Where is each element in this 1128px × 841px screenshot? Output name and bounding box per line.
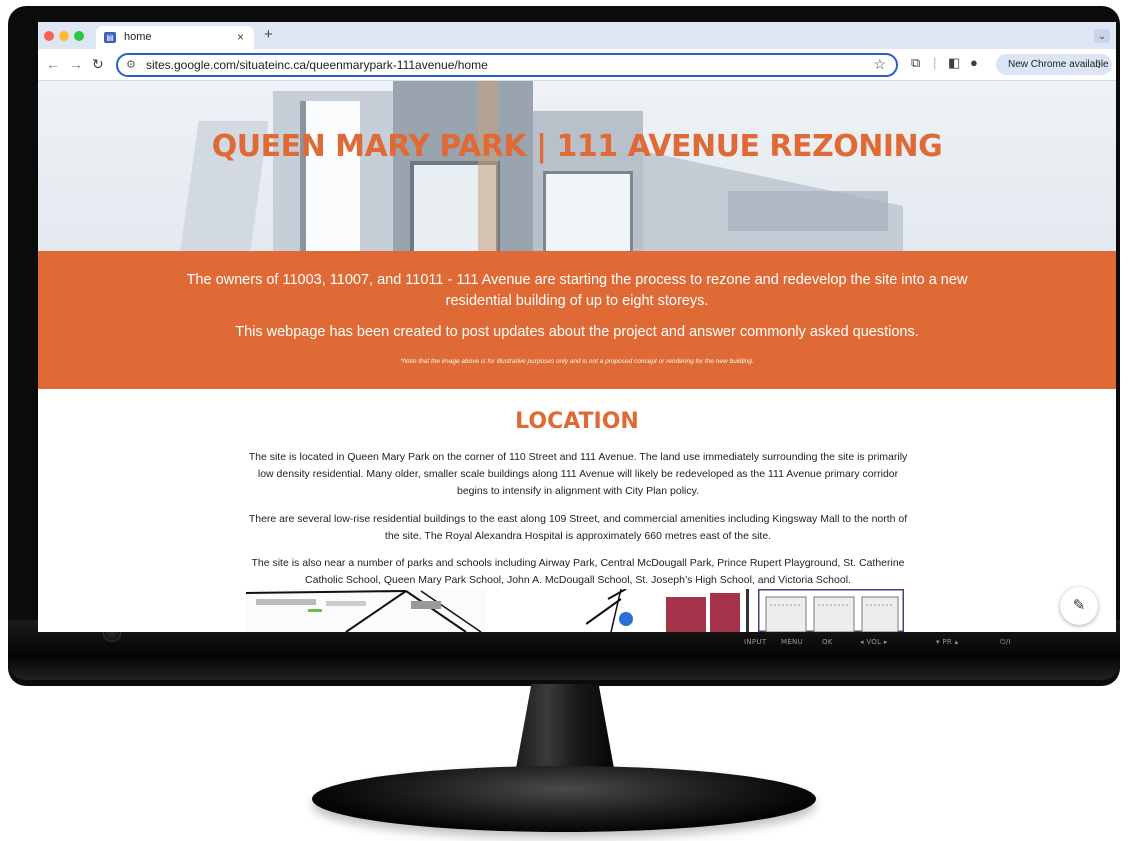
- sites-favicon-icon: ▤: [104, 32, 116, 43]
- new-tab-button[interactable]: +: [264, 26, 273, 43]
- web-page: QUEEN MARY PARK | 111 AVENUE REZONING Th…: [38, 81, 1116, 632]
- zoning-map-image: [666, 589, 756, 632]
- image-disclaimer: *Note that the image above is for illust…: [400, 358, 754, 365]
- back-arrow-icon[interactable]: ←: [46, 56, 60, 72]
- monitor-stand-base: [312, 766, 816, 832]
- address-bar[interactable]: ⚙ sites.google.com/situateinc.ca/queenma…: [116, 53, 898, 77]
- tab-close-icon[interactable]: ×: [237, 30, 244, 44]
- more-menu-icon[interactable]: ⋮: [1094, 54, 1104, 75]
- location-paragraph-2: There are several low-rise residential b…: [248, 513, 908, 542]
- location-maps: [246, 589, 906, 632]
- tab-title: home: [124, 31, 152, 43]
- monitor-pr-label: ▾ PR ▴: [936, 638, 959, 646]
- close-window-icon[interactable]: [44, 31, 54, 41]
- intro-banner: The owners of 11003, 11007, and 11011 - …: [38, 251, 1116, 389]
- site-settings-icon[interactable]: ⚙: [126, 58, 136, 71]
- location-paragraph-1: The site is located in Queen Mary Park o…: [248, 451, 908, 497]
- monitor-stand-neck: [514, 684, 616, 776]
- screen: ▤ home × + ⌄ ← → ↻ ⚙ sites.google.com/si…: [38, 22, 1116, 632]
- side-panel-icon[interactable]: ◧: [948, 55, 960, 71]
- extensions-puzzle-icon[interactable]: ⧉: [911, 55, 920, 71]
- page-title: QUEEN MARY PARK | 111 AVENUE REZONING: [211, 129, 943, 164]
- monitor-input-label: INPUT: [744, 638, 767, 646]
- site-plan-image: [758, 589, 904, 632]
- browser-toolbar: ← → ↻ ⚙ sites.google.com/situateinc.ca/q…: [38, 49, 1116, 81]
- location-paragraph-3: The site is also near a number of parks …: [251, 557, 905, 586]
- pencil-icon: ✎: [1072, 597, 1086, 614]
- monitor-vol-label: ◂ VOL ▸: [860, 638, 888, 646]
- tab-search-chevron-icon[interactable]: ⌄: [1094, 29, 1110, 43]
- bookmark-star-icon[interactable]: ☆: [873, 56, 886, 73]
- monitor-menu-label: MENU: [781, 638, 804, 646]
- reload-icon[interactable]: ↻: [92, 56, 104, 73]
- edit-pencil-button[interactable]: ✎: [1060, 587, 1098, 625]
- purpose-paragraph: This webpage has been created to post up…: [235, 324, 919, 340]
- monitor-ok-label: OK: [822, 638, 833, 646]
- intro-paragraph: The owners of 11003, 11007, and 11011 - …: [186, 272, 968, 309]
- url-text[interactable]: sites.google.com/situateinc.ca/queenmary…: [146, 58, 488, 72]
- location-heading: LOCATION: [515, 409, 639, 434]
- hero-image: QUEEN MARY PARK | 111 AVENUE REZONING: [38, 81, 1116, 251]
- new-chrome-available-button[interactable]: New Chrome available ⋮: [996, 54, 1112, 75]
- monitor-power-label: ⏻/I: [1000, 638, 1011, 646]
- tab-home[interactable]: ▤ home ×: [96, 26, 254, 49]
- context-map-image: [246, 589, 486, 632]
- forward-arrow-icon[interactable]: →: [69, 56, 83, 72]
- maximize-window-icon[interactable]: [74, 31, 84, 41]
- toolbar-divider: |: [933, 55, 937, 70]
- minimize-window-icon[interactable]: [59, 31, 69, 41]
- site-sketch-image: [586, 589, 646, 632]
- tab-bar: ▤ home × + ⌄: [38, 22, 1116, 49]
- profile-avatar-icon[interactable]: ●: [970, 55, 978, 70]
